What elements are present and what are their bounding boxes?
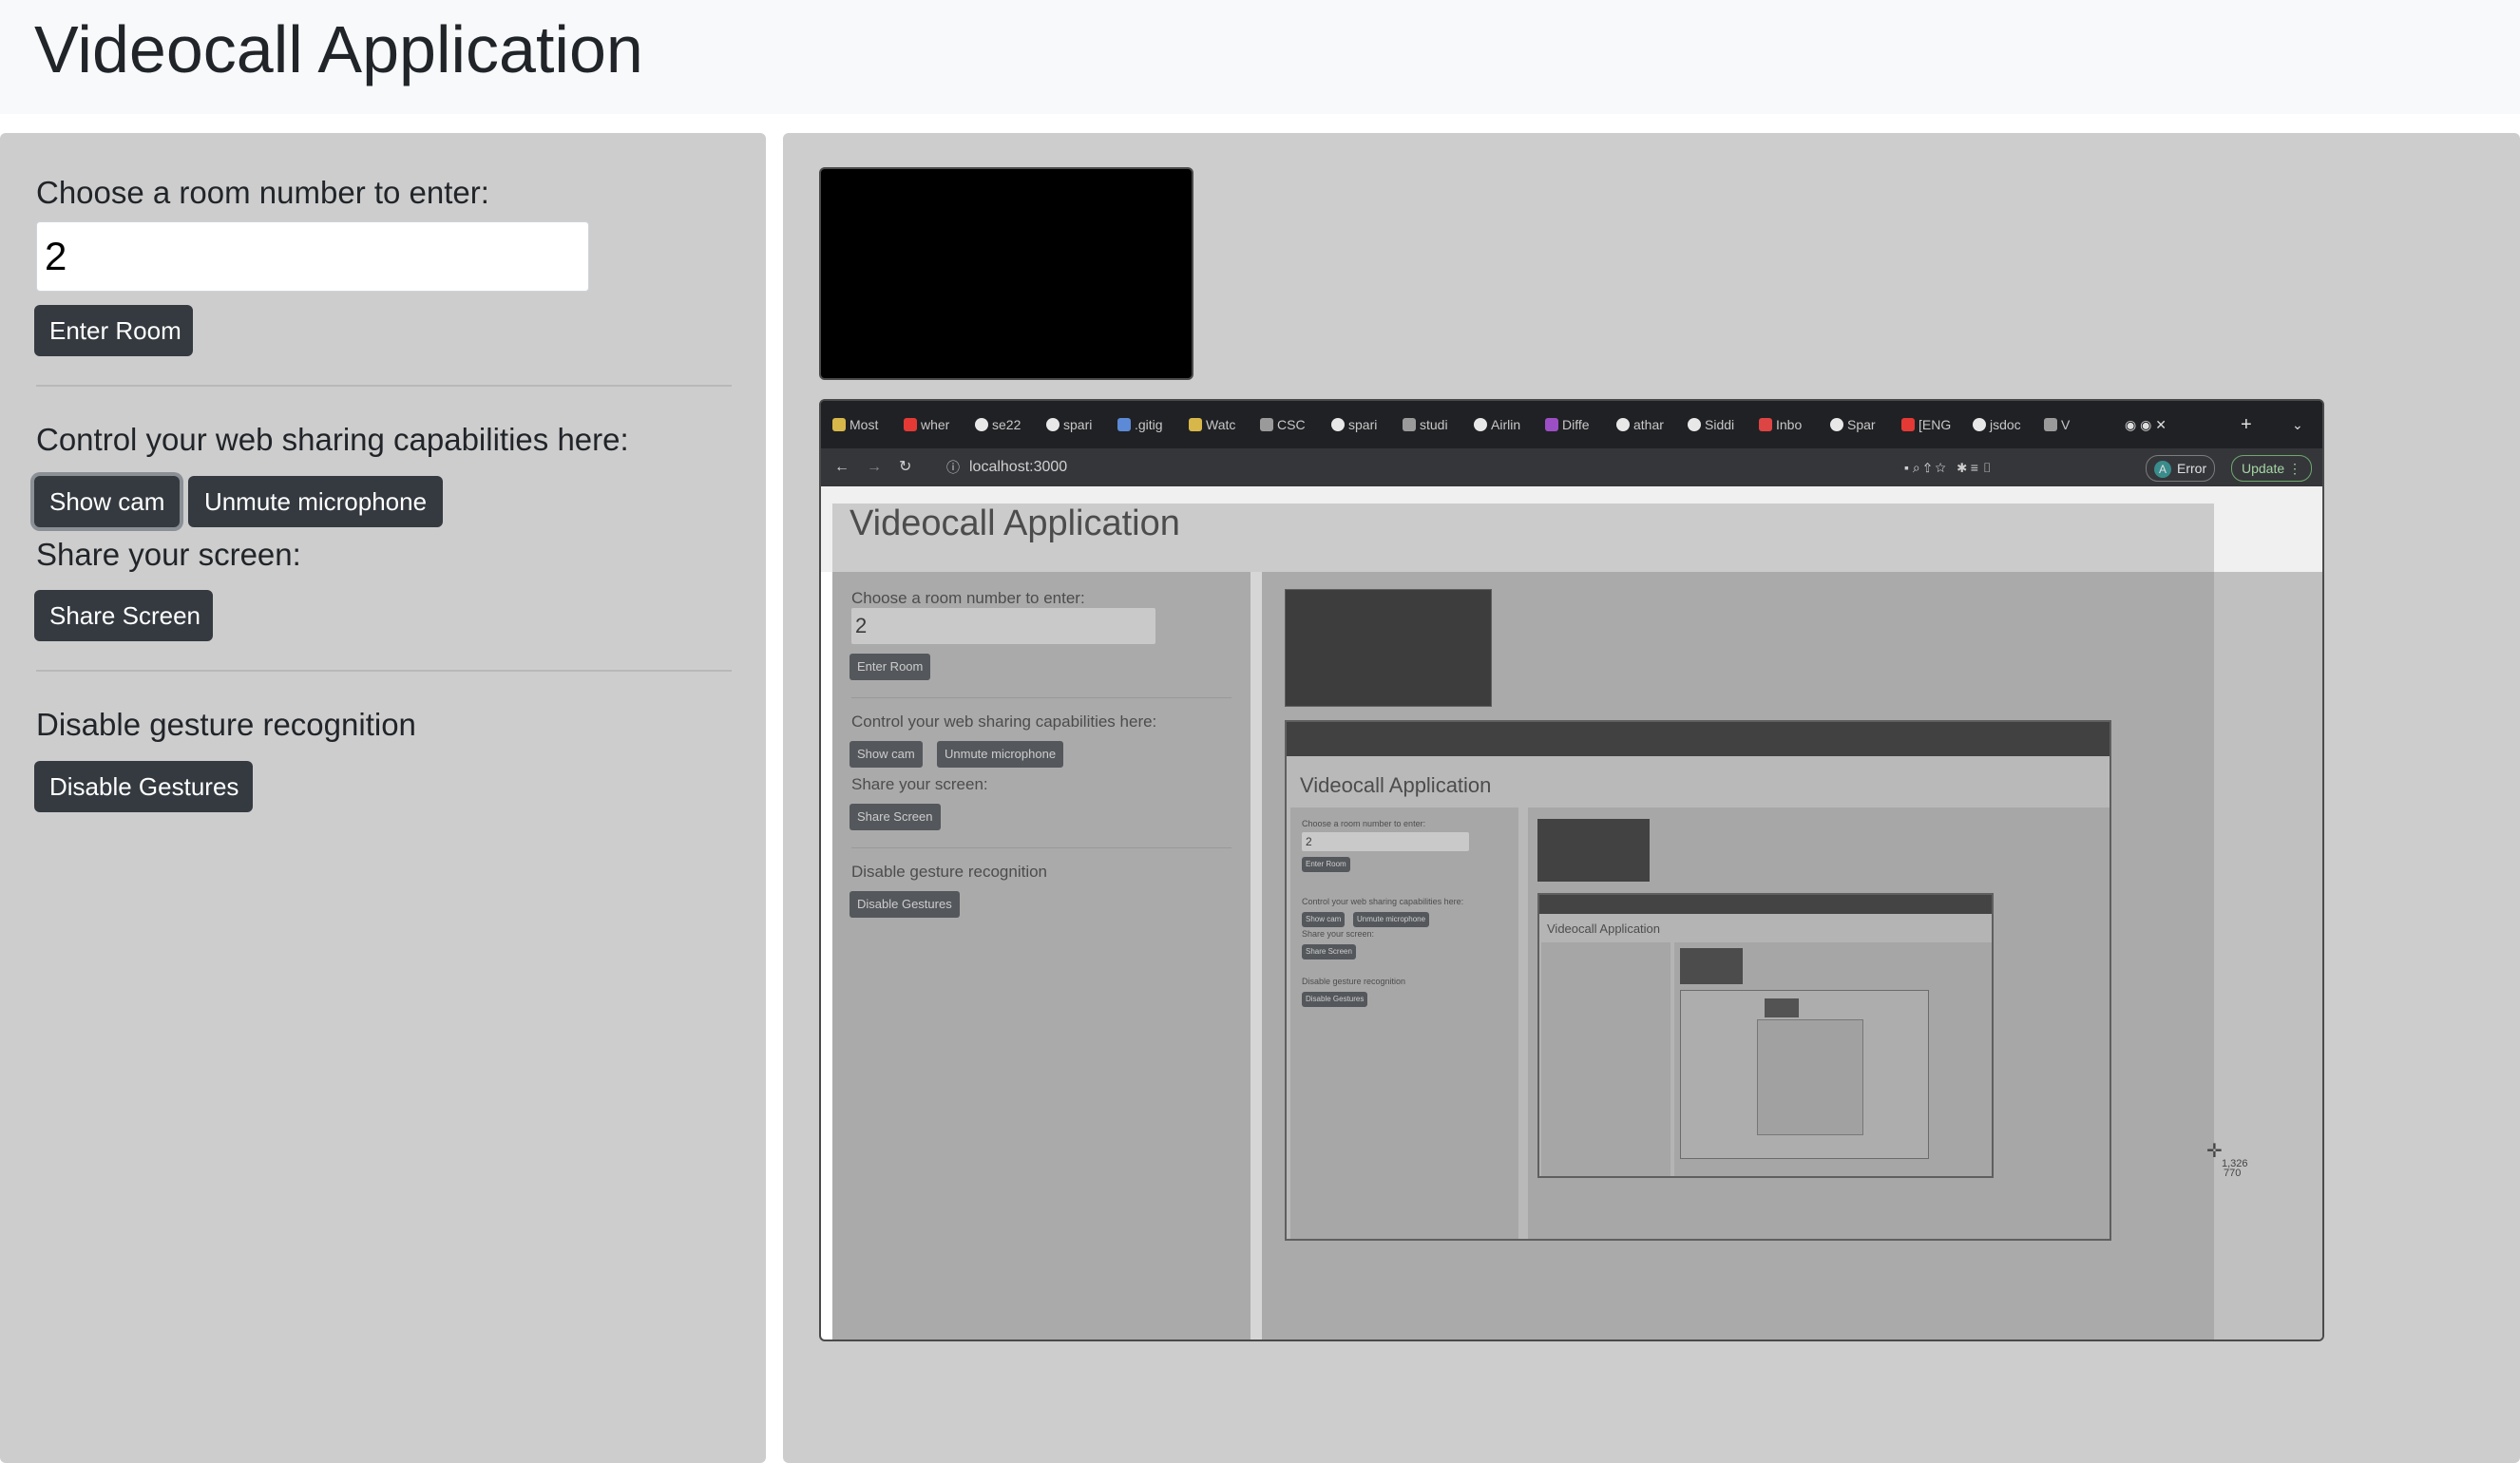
disable-gestures-button[interactable]: Disable Gestures [34,761,253,812]
browser-tab-label: .gitig [1135,417,1163,432]
gesture-label: Disable gesture recognition [36,707,416,742]
screen-dim-overlay [832,504,2214,1340]
browser-tab-label: Watc [1206,417,1236,432]
browser-tab-label: [ENG [1919,417,1952,432]
browser-tab-label: jsdoc [1990,417,2021,432]
browser-tab: .gitig [1117,412,1163,437]
file-icon [1117,418,1131,431]
crosshair-cursor-icon: ✛ [2206,1141,2223,1162]
browser-tab: spari [1046,412,1092,437]
update-pill: Update ⋮ [2231,455,2313,482]
github-icon [1046,418,1060,431]
share-screen-button[interactable]: Share Screen [34,590,213,641]
profile-avatar: A [2154,461,2171,478]
divider [36,670,732,672]
browser-tab: Spar [1830,412,1876,437]
profile-error-pill: A Error [2146,455,2216,482]
github-icon [1331,418,1345,431]
browser-tab-label: wher [921,417,950,432]
browser-tab-label: Inbo [1776,417,1803,432]
browser-tab: Watc [1189,412,1235,437]
bookmark-icon [1189,418,1202,431]
room-label: Choose a room number to enter: [36,175,489,210]
chevron-down-icon: ⌄ [2292,417,2303,432]
globe-icon [1403,418,1416,431]
browser-tab-label: spari [1348,417,1378,432]
browser-tab: jsdoc [1973,412,2021,437]
app-header: Videocall Application [0,0,2520,114]
enter-room-button[interactable]: Enter Room [34,305,193,356]
room-number-input[interactable] [36,221,589,292]
github-icon [1830,418,1843,431]
mail-icon [1759,418,1772,431]
page-title: Videocall Application [34,12,643,86]
browser-tab: athar [1616,412,1664,437]
globe-icon [1260,418,1273,431]
local-video [819,167,1193,380]
unmute-microphone-button[interactable]: Unmute microphone [188,476,443,527]
github-icon [1973,418,1986,431]
show-cam-button[interactable]: Show cam [34,476,180,527]
forward-icon: → [867,459,882,475]
info-icon: ⓘ [946,460,960,475]
back-icon: ← [834,459,850,475]
browser-tab: Siddi [1688,412,1734,437]
share-screen-label: Share your screen: [36,537,301,572]
browser-tab: V [2044,412,2070,437]
browser-tab: Most [832,412,878,437]
browser-tab-label: Siddi [1705,417,1735,432]
browser-tab-label: spari [1063,417,1093,432]
browser-tab: Airlin [1474,412,1520,437]
divider [36,385,732,387]
browser-tab-label: Most [850,417,879,432]
globe-icon [2044,418,2057,431]
browser-tab: [ENG [1901,412,1951,437]
browser-tab-label: V [2061,417,2071,432]
cursor-y-readout: 770 [2224,1168,2242,1179]
shared-screen-video: Most wher se22 spari .gitig Watc CSC spari studi… [819,399,2324,1341]
browser-tab: Diffe [1545,412,1590,437]
browser-tab-bar: Most wher se22 spari .gitig Watc CSC spari studi… [821,401,2322,448]
browser-tab: spari [1331,412,1377,437]
web-sharing-label: Control your web sharing capabilities he… [36,422,629,457]
browser-tab-label: Spar [1847,417,1876,432]
browser-address-bar: ← → ↻ ⓘ localhost:3000 ▪ ⌕ ⇧ ☆ ✱ ≡ ▯ A Er… [821,448,2322,486]
github-icon [975,418,988,431]
new-tab-icon: + [2241,414,2252,435]
browser-tab: studi [1403,412,1448,437]
github-icon [1688,418,1701,431]
github-icon [1616,418,1630,431]
error-label: Error [2177,461,2207,476]
browser-tab: se22 [975,412,1021,437]
browser-tab: CSC [1260,412,1306,437]
browser-tab-label: studi [1420,417,1448,432]
bookmark-icon [832,418,846,431]
youtube-icon [904,418,917,431]
github-icon [1474,418,1487,431]
browser-tab-label: se22 [992,417,1021,432]
browser-tab-label: athar [1633,417,1664,432]
reload-icon: ↻ [899,459,912,475]
active-tab-icons: ◉ ◉ ✕ [2125,417,2167,432]
youtube-icon [1901,418,1915,431]
browser-tab: Inbo [1759,412,1802,437]
app-icon [1545,418,1558,431]
browser-tab-label: Airlin [1491,417,1521,432]
browser-tab-label: Diffe [1562,417,1590,432]
browser-tab: wher [904,412,949,437]
toolbar-icons: ▪ ⌕ ⇧ ☆ ✱ ≡ ▯ [1904,460,1993,475]
update-label: Update [2242,461,2285,476]
url-text: localhost:3000 [969,459,1068,475]
browser-tab-label: CSC [1277,417,1306,432]
captured-page: Videocall Application Choose a room numb… [821,486,2322,1340]
